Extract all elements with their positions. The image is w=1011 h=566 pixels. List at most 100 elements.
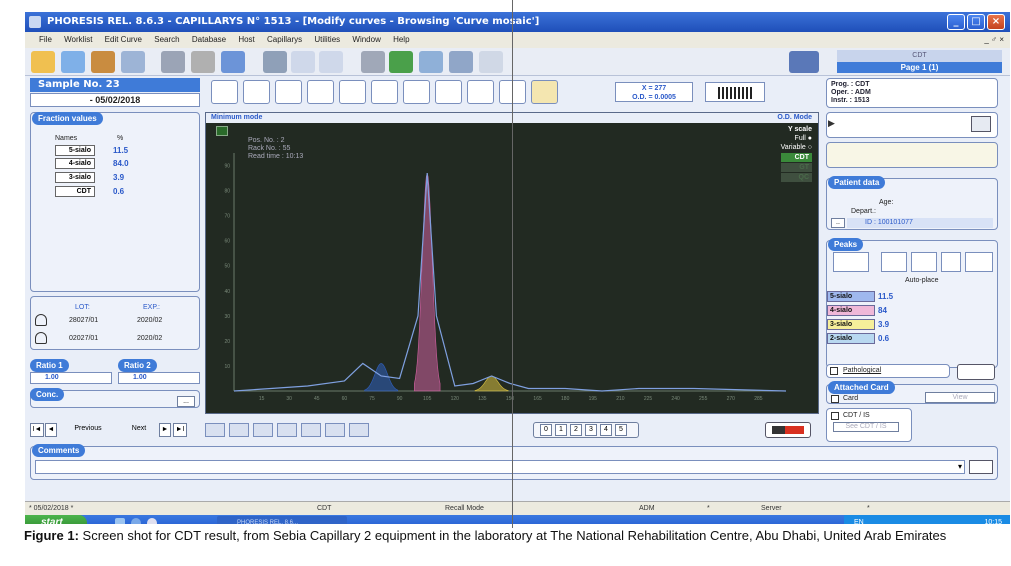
patient-lookup-button[interactable]: .. <box>831 218 845 228</box>
overlay-icon[interactable] <box>229 423 249 437</box>
see-cdt-is-button[interactable]: See CDT / IS <box>833 422 899 432</box>
tool-search-icon[interactable] <box>221 51 245 73</box>
peak-mark-icon[interactable] <box>833 252 869 272</box>
curve-tool-6-icon[interactable] <box>403 80 430 104</box>
peak-delete-icon[interactable] <box>881 252 907 272</box>
menu-search[interactable]: Search <box>154 35 179 44</box>
close-button[interactable]: × <box>987 14 1005 30</box>
start-button[interactable]: start <box>25 515 87 524</box>
pathological-checkbox[interactable] <box>830 367 838 375</box>
status-mode: Recall Mode <box>445 505 484 512</box>
menu-database[interactable]: Database <box>192 35 226 44</box>
peak-option2-icon[interactable] <box>965 252 993 272</box>
peak-option-icon[interactable] <box>941 252 961 272</box>
comments-input[interactable]: ▾ <box>35 460 965 474</box>
minimize-button[interactable]: _ <box>947 14 965 30</box>
page-button[interactable]: 2 <box>570 424 582 436</box>
tool-edit-icon[interactable] <box>31 51 55 73</box>
bars-icon[interactable] <box>301 423 321 437</box>
reagent-icon <box>35 314 47 326</box>
comments-dropdown-icon[interactable]: ▾ <box>958 462 962 471</box>
menu-help[interactable]: Help <box>393 35 409 44</box>
mdi-controls[interactable]: _ ♂ × <box>984 32 1004 48</box>
previous-arrow-icon[interactable]: ◄ <box>45 423 57 437</box>
menu-capillarys[interactable]: Capillarys <box>267 35 302 44</box>
status-server: Server <box>761 505 782 512</box>
next-arrow-icon[interactable]: ► <box>159 423 171 437</box>
host-icon[interactable] <box>971 116 991 132</box>
curve-tool-8-icon[interactable] <box>467 80 494 104</box>
x-tick-label: 270 <box>727 396 736 402</box>
page-button[interactable]: 3 <box>585 424 597 436</box>
curve-tool-7-icon[interactable] <box>435 80 462 104</box>
page-button[interactable]: 1 <box>555 424 567 436</box>
curve-tool-2-icon[interactable] <box>275 80 302 104</box>
tool-disk-icon[interactable] <box>191 51 215 73</box>
tool-network-icon[interactable] <box>789 51 819 73</box>
compare-icon[interactable] <box>253 423 273 437</box>
tool-tag-icon[interactable] <box>121 51 145 73</box>
clock-button-icon[interactable] <box>957 364 995 380</box>
menu-window[interactable]: Window <box>352 35 380 44</box>
comments-header: Comments <box>32 444 86 457</box>
maximize-button[interactable]: □ <box>967 14 985 30</box>
tool-book-icon[interactable] <box>161 51 185 73</box>
peak-value: 0.6 <box>878 334 890 343</box>
tool-back-arrow-icon[interactable] <box>291 51 315 73</box>
tool-monitor-icon[interactable] <box>389 51 413 73</box>
menu-file[interactable]: File <box>39 35 52 44</box>
tool-globe-icon[interactable] <box>449 51 473 73</box>
sample-date: - 05/02/2018 <box>30 93 200 107</box>
export-icon[interactable] <box>349 423 369 437</box>
first-button[interactable]: I◄ <box>30 423 44 437</box>
media-icon[interactable] <box>147 518 157 524</box>
task-button[interactable]: PHORESIS REL. 8.6... <box>217 516 347 524</box>
tool-transfer-icon[interactable] <box>419 51 443 73</box>
auto-place-label[interactable]: Auto-place <box>905 277 938 284</box>
tool-print-icon[interactable] <box>361 51 385 73</box>
x-tick-label: 225 <box>644 396 653 402</box>
curve-tool-5-icon[interactable] <box>371 80 398 104</box>
print-curve-icon[interactable] <box>531 80 558 104</box>
next-button[interactable]: Next <box>121 423 157 437</box>
pathological-label[interactable]: Pathological <box>843 367 881 374</box>
quicklaunch-icon[interactable] <box>115 518 125 524</box>
browser-icon[interactable] <box>131 518 141 524</box>
comments-edit-icon[interactable] <box>969 460 993 474</box>
menu-worklist[interactable]: Worklist <box>64 35 92 44</box>
page-button[interactable]: 4 <box>600 424 612 436</box>
y-tick-label: 80 <box>224 189 230 195</box>
page-button[interactable]: 0 <box>540 424 552 436</box>
stack-icon[interactable] <box>277 423 297 437</box>
conc-button[interactable]: ... <box>177 396 195 407</box>
tool-grid-icon[interactable] <box>479 51 503 73</box>
curve-tool-1-icon[interactable] <box>243 80 270 104</box>
last-button[interactable]: ►I <box>173 423 187 437</box>
menu-edit-curve[interactable]: Edit Curve <box>105 35 142 44</box>
tool-pencil-icon[interactable] <box>91 51 115 73</box>
mosaic-icon[interactable] <box>205 423 225 437</box>
exit-icon[interactable] <box>765 422 811 438</box>
view-button[interactable]: View <box>925 392 995 403</box>
qc-icon[interactable] <box>325 423 345 437</box>
curve-tool-4-icon[interactable] <box>339 80 366 104</box>
page-label: CDT <box>837 50 1002 62</box>
curve-tool-3-icon[interactable] <box>307 80 334 104</box>
expand-arrow-icon[interactable]: ▶ <box>828 118 835 129</box>
peak-value: 11.5 <box>878 292 894 301</box>
cdt-is-checkbox[interactable] <box>831 412 839 420</box>
previous-button[interactable]: Previous <box>59 423 117 437</box>
language-indicator[interactable]: EN <box>854 515 864 524</box>
tool-forward-arrow-icon[interactable] <box>319 51 343 73</box>
tool-settings-icon[interactable] <box>263 51 287 73</box>
menu-host[interactable]: Host <box>238 35 254 44</box>
menu-utilities[interactable]: Utilities <box>314 35 340 44</box>
curve-plot[interactable]: 10 20 30 40 50 60 70 80 90 15 30 45 60 75 90 105 120 135 1… <box>206 113 820 415</box>
tool-eraser-icon[interactable] <box>61 51 85 73</box>
oper-line: Oper. : ADM <box>831 89 871 96</box>
zoom-curve-icon[interactable] <box>211 80 238 104</box>
x-tick-label: 135 <box>478 396 487 402</box>
page-button[interactable]: 5 <box>615 424 627 436</box>
card-checkbox[interactable] <box>831 395 839 403</box>
peak-curve-icon[interactable] <box>911 252 937 272</box>
